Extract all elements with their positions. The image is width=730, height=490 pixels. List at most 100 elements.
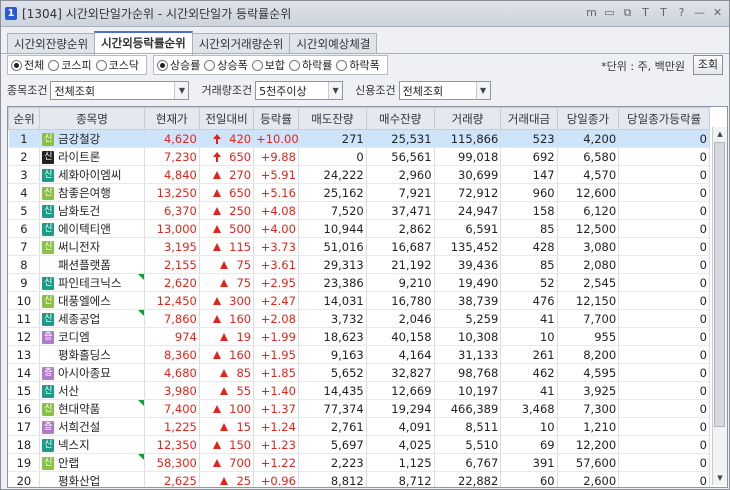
radio-icon[interactable] (251, 59, 263, 71)
item-condition-select[interactable]: 전체조회 ▼ (50, 80, 190, 100)
radio-icon[interactable] (48, 59, 60, 71)
column-header[interactable]: 거래대금 (500, 107, 558, 130)
name-cell[interactable]: 증 서희건설 (39, 417, 145, 436)
column-header[interactable]: 매도잔량 (297, 107, 367, 130)
table-row[interactable]: 10 신 대풍엘에스 12,450 300 +2.47 14,031 16,780 38,73… (8, 291, 710, 310)
name-cell[interactable]: 신 안랩 (39, 453, 145, 472)
tab-3[interactable]: 시간외예상체결 (289, 33, 378, 54)
tab-2[interactable]: 시간외거래량순위 (191, 33, 291, 54)
scroll-down-icon[interactable]: ▼ (713, 471, 727, 485)
table-row[interactable]: 7신 써니전자 3,195 115 +3.73 51,016 16,687 135,452 4… (8, 237, 710, 256)
column-header[interactable]: 종목명 (39, 107, 145, 130)
stock-name[interactable]: 참좋은여행 (58, 186, 111, 200)
name-cell[interactable]: 신 넥스지 (39, 435, 145, 454)
table-row[interactable]: 18 신 넥스지 12,350 150 +1.23 5,697 4,025 5,510 69 12… (8, 435, 710, 454)
name-cell[interactable]: 평화홀딩스 (39, 345, 145, 364)
table-row[interactable]: 4신 참좋은여행 13,250 650 +5.16 25,162 7,921 72,912 9… (8, 183, 710, 202)
sort_radios-radio-2[interactable]: 보합 (251, 57, 285, 73)
sort_radios-radio-4[interactable]: 하락폭 (336, 57, 380, 73)
name-cell[interactable]: 신 현대약품 (39, 399, 145, 418)
name-cell[interactable]: 평화산업 (39, 471, 145, 488)
tab-1[interactable]: 시간외등락률순위 (94, 31, 193, 55)
table-row[interactable]: 12 증 코디엠 974 19 +1.99 18,623 40,158 10,308 10 955… (8, 327, 710, 346)
stock-name[interactable]: 안랩 (58, 456, 79, 470)
market_radios-radio-2[interactable]: 코스닥 (95, 57, 139, 73)
sort_radios-radio-1[interactable]: 상승폭 (204, 57, 248, 73)
radio-icon[interactable] (336, 59, 348, 71)
column-header[interactable]: 순위 (8, 107, 41, 130)
name-cell[interactable]: 증 코디엠 (39, 327, 145, 346)
column-header[interactable]: 당일종가등락률 (618, 107, 710, 130)
stock-name[interactable]: 넥스지 (58, 438, 90, 452)
name-cell[interactable]: 신 세종공업 (39, 309, 145, 328)
name-cell[interactable]: 신 에이텍티앤 (39, 219, 145, 238)
table-row[interactable]: 20 평화산업 2,625 25 +0.96 8,812 8,712 22,882 60 2,6… (8, 471, 710, 488)
column-header[interactable]: 매수잔량 (365, 107, 435, 130)
stock-name[interactable]: 서산 (58, 384, 79, 398)
pin-icon[interactable]: T (638, 5, 653, 21)
stock-name[interactable]: 서희건설 (58, 420, 100, 434)
stock-name[interactable]: 에이텍티앤 (58, 222, 111, 236)
stock-name[interactable]: 평화홀딩스 (58, 348, 111, 362)
radio-icon[interactable] (289, 59, 300, 71)
column-header[interactable]: 등락률 (253, 107, 299, 130)
stock-name[interactable]: 세화아이엠씨 (58, 168, 121, 182)
radio-icon[interactable] (11, 59, 22, 71)
table-row[interactable]: 17 증 서희건설 1,225 15 +1.24 2,761 4,091 8,511 10 1,2… (8, 417, 710, 436)
market_radios-radio-0[interactable]: 전체 (11, 57, 44, 73)
name-cell[interactable]: 신 파인테크닉스 (39, 273, 145, 292)
volume-condition-select[interactable]: 5천주이상 ▼ (255, 80, 344, 100)
name-cell[interactable]: 신 대풍엘에스 (39, 291, 145, 310)
sort_radios-radio-3[interactable]: 하락률 (289, 57, 332, 73)
chevron-down-icon[interactable]: ▼ (475, 81, 490, 99)
table-row[interactable]: 5신 남화토건 6,370 250 +4.08 7,520 37,471 24,947 158… (8, 201, 710, 220)
column-header[interactable]: 거래량 (433, 107, 502, 130)
stock-name[interactable]: 써니전자 (58, 240, 100, 254)
name-cell[interactable]: 신 써니전자 (39, 237, 145, 256)
chevron-down-icon[interactable]: ▼ (328, 81, 343, 99)
query-button[interactable]: 조회 (692, 55, 723, 75)
table-row[interactable]: 3신 세화아이엠씨 4,840 270 +5.91 24,222 2,960 30,699 1… (8, 165, 710, 184)
name-cell[interactable]: 신 금강철강 (39, 129, 145, 148)
copy-icon[interactable]: ⧉ (620, 5, 635, 21)
name-cell[interactable]: 패션플랫폼 (39, 255, 145, 274)
close-icon[interactable]: ✕ (710, 5, 725, 21)
credit-condition-select[interactable]: 전체조회 ▼ (398, 80, 491, 100)
table-row[interactable]: 2신 라이트론 7,230 650 +9.88 0 56,561 99,018 692 6,58… (8, 147, 710, 166)
name-cell[interactable]: 증 아시아종묘 (39, 363, 145, 382)
name-cell[interactable]: 신 참좋은여행 (39, 183, 145, 202)
radio-icon[interactable] (157, 59, 168, 71)
minimize-icon[interactable]: — (692, 5, 707, 21)
stock-name[interactable]: 라이트론 (58, 150, 100, 164)
title-icon-5[interactable]: ? (674, 5, 689, 21)
table-row[interactable]: 6신 에이텍티앤 13,000 500 +4.00 10,944 2,862 6,591 85… (8, 219, 710, 238)
tab-0[interactable]: 시간외잔량순위 (7, 33, 96, 54)
title-icon-4[interactable]: T (656, 5, 671, 21)
column-header[interactable]: 현재가 (143, 107, 200, 130)
scroll-up-icon[interactable]: ▲ (713, 127, 727, 141)
chevron-down-icon[interactable]: ▼ (174, 81, 189, 99)
table-row[interactable]: 15 신 서산 3,980 55 +1.40 14,435 12,669 10,197 41 3,… (8, 381, 710, 400)
name-cell[interactable]: 신 세화아이엠씨 (39, 165, 145, 184)
table-row[interactable]: 19 신 안랩 58,300 700 +1.22 2,223 1,125 6,767 391 57… (8, 453, 710, 472)
table-row[interactable]: 16 신 현대약품 7,400 100 +1.37 77,374 19,294 466,389… (8, 399, 710, 418)
table-row[interactable]: 9신 파인테크닉스 2,620 75 +2.95 23,386 9,210 19,490 52… (8, 273, 710, 292)
table-row[interactable]: 8 패션플랫폼 2,155 75 +3.61 29,313 21,192 39,436 85 2… (8, 255, 710, 274)
name-cell[interactable]: 신 남화토건 (39, 201, 145, 220)
stock-name[interactable]: 세종공업 (58, 312, 100, 326)
sort_radios-radio-0[interactable]: 상승률 (157, 57, 200, 73)
radio-icon[interactable] (95, 59, 107, 71)
market_radios-radio-1[interactable]: 코스피 (48, 57, 92, 73)
stock-name[interactable]: 코디엠 (58, 330, 90, 344)
vertical-scrollbar[interactable]: ▲ ▼ (712, 127, 727, 485)
radio-icon[interactable] (204, 59, 216, 71)
stock-name[interactable]: 평화산업 (58, 474, 100, 488)
doc-icon[interactable]: ▭ (602, 5, 617, 21)
stock-name[interactable]: 패션플랫폼 (58, 258, 111, 272)
table-row[interactable]: 11 신 세종공업 7,860 160 +2.08 3,732 2,046 5,259 41 7,… (8, 309, 710, 328)
name-cell[interactable]: 신 라이트론 (39, 147, 145, 166)
stock-name[interactable]: 금강철강 (58, 132, 100, 146)
stock-name[interactable]: 남화토건 (58, 204, 100, 218)
stock-name[interactable]: 아시아종묘 (58, 366, 111, 380)
stock-name[interactable]: 현대약품 (58, 402, 100, 416)
